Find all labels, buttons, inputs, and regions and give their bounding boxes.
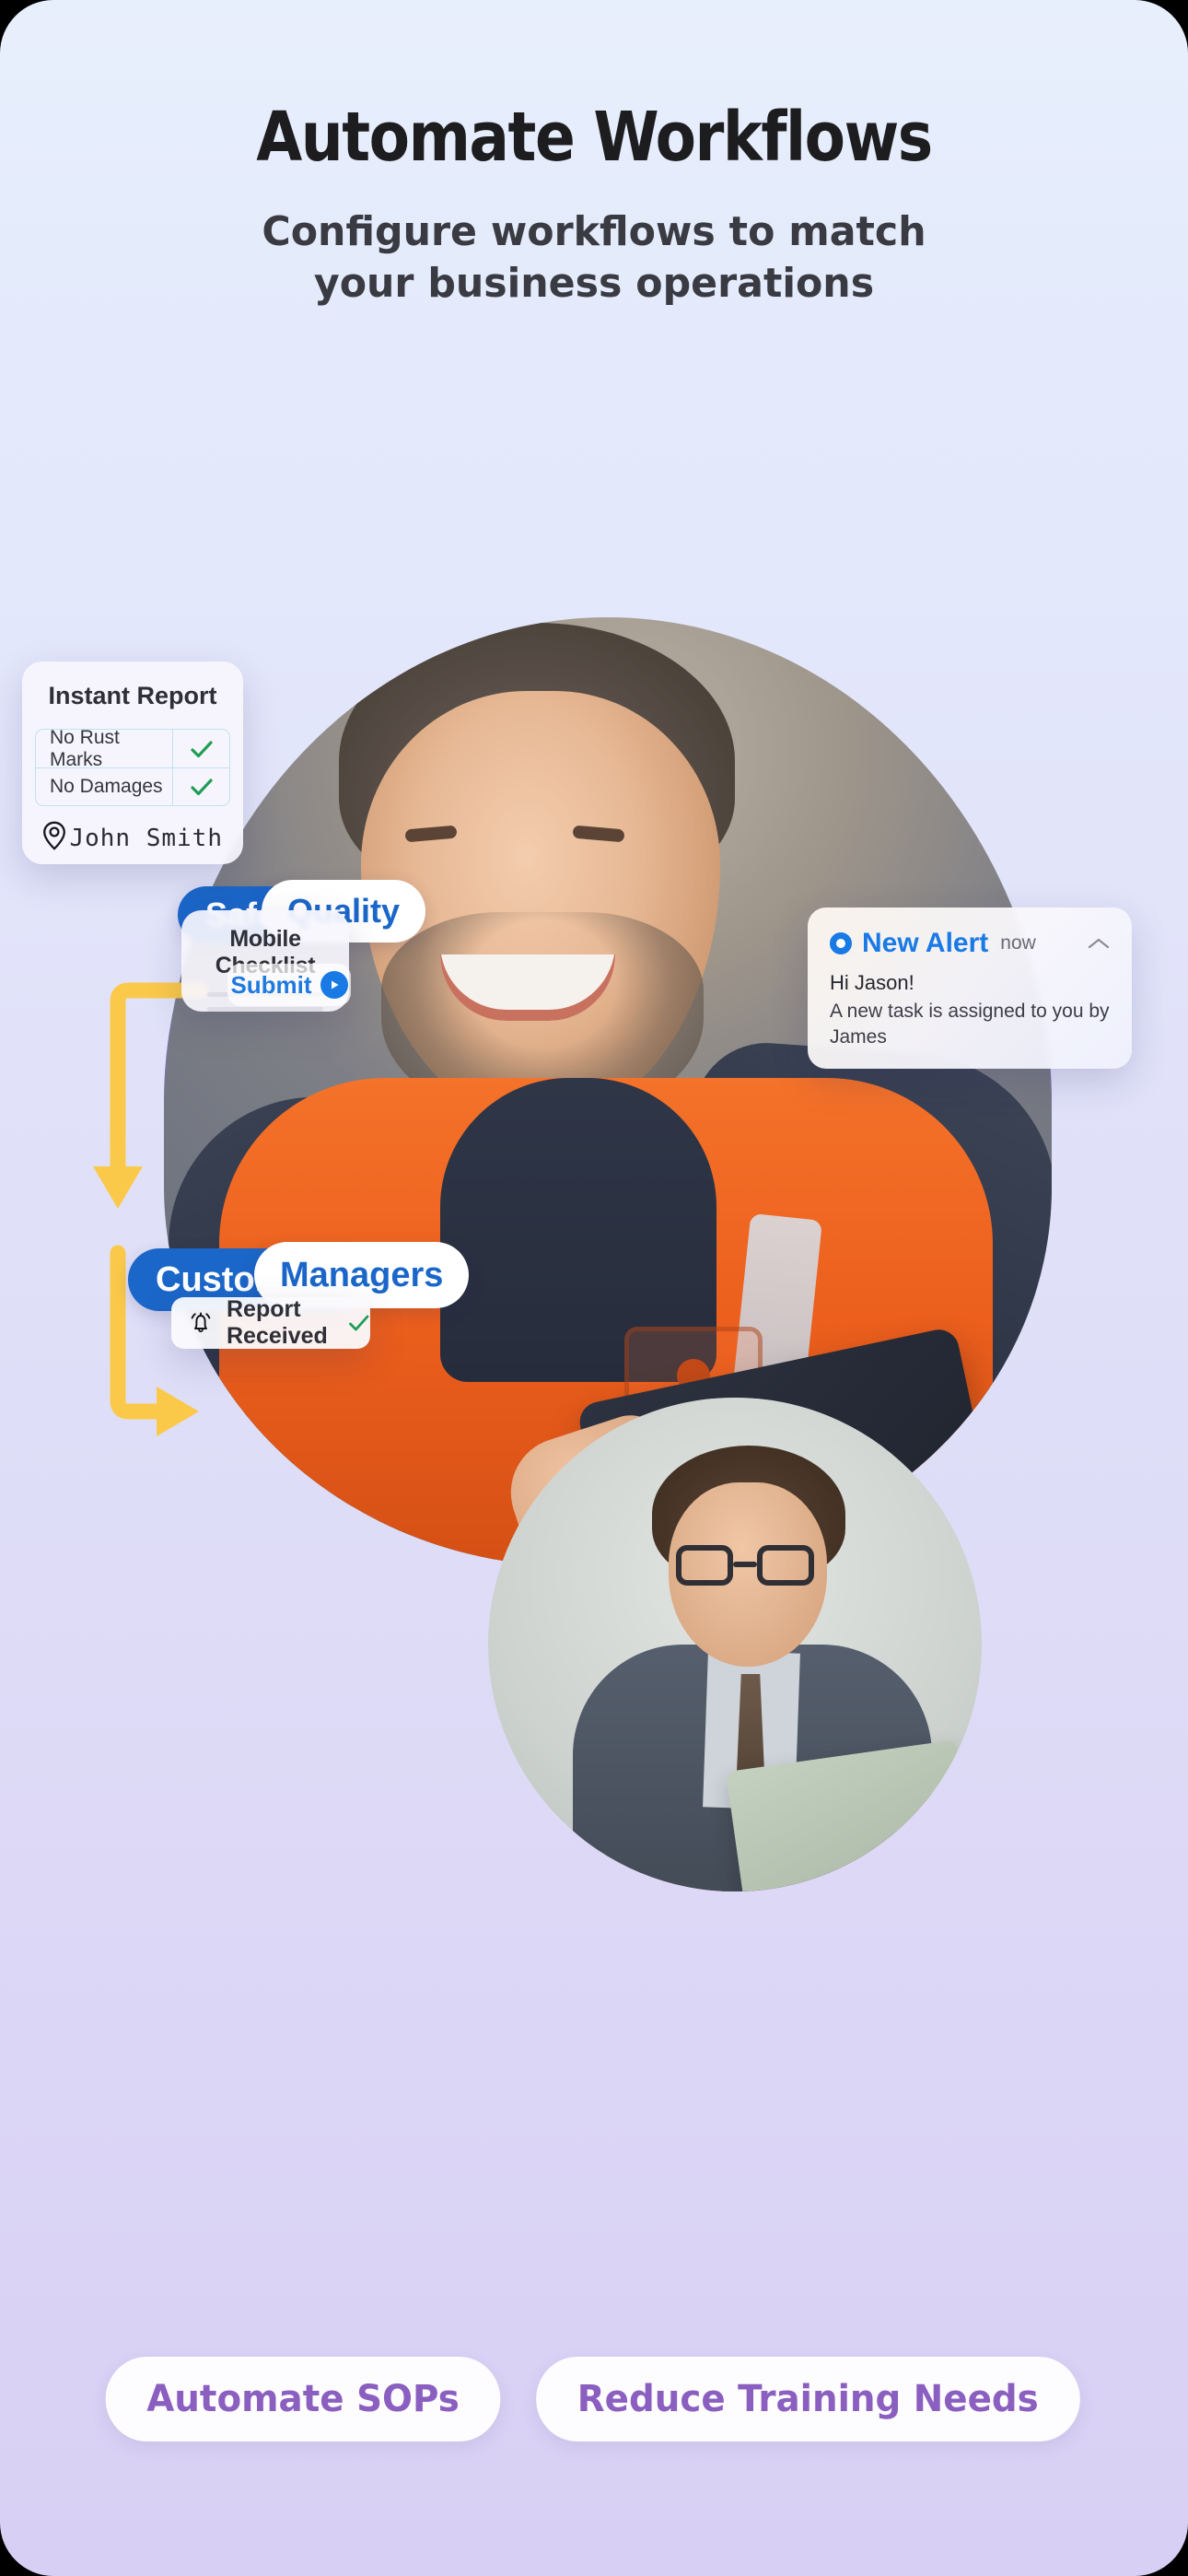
- map-pin-icon: [42, 821, 66, 855]
- page-subtitle-line-2: your business operations: [313, 260, 875, 308]
- submit-button-label: Submit: [230, 970, 312, 999]
- cta-automate-sops[interactable]: Automate SOPs: [105, 2357, 501, 2441]
- report-received-card[interactable]: Report Received: [171, 1296, 370, 1349]
- record-dot-icon: [830, 932, 852, 954]
- check-icon: [348, 1314, 370, 1332]
- alert-header: New Alert now: [808, 907, 1132, 959]
- inspection-table: No Rust Marks No Damages: [35, 729, 230, 806]
- checklist-placeholder-line: [207, 1007, 323, 1012]
- hero-header: Automate Workflows Configure workflows t…: [0, 0, 1188, 310]
- chevron-up-icon[interactable]: [1088, 933, 1110, 954]
- table-row: No Damages: [36, 767, 229, 805]
- alert-greeting: Hi Jason!: [830, 971, 914, 994]
- table-row: No Rust Marks: [36, 730, 229, 770]
- cta-row: Automate SOPs Reduce Training Needs: [0, 2357, 1188, 2441]
- report-received-label: Report Received: [227, 1296, 328, 1349]
- page-subtitle: Configure workflows to match your busine…: [17, 206, 1170, 310]
- bell-ringing-icon: [186, 1308, 215, 1338]
- signature-text: John Smith: [69, 824, 223, 852]
- manager-photo: [488, 1398, 982, 1891]
- table-cell-label: No Damages: [50, 776, 163, 797]
- alert-title: New Alert: [862, 928, 989, 958]
- submit-button[interactable]: Submit: [227, 964, 351, 1006]
- new-alert-notification[interactable]: New Alert now Hi Jason! A new task is as…: [808, 907, 1132, 1069]
- mobile-checklist-card[interactable]: Mobile Checklist Submit: [181, 910, 351, 1012]
- instant-report-title: Instant Report: [48, 682, 217, 709]
- instant-report-card[interactable]: Instant Report No Rust Marks No Damages: [22, 662, 243, 864]
- alert-message: A new task is assigned to you by James: [830, 1001, 1110, 1048]
- app-screen: Automate Workflows Configure workflows t…: [0, 0, 1188, 2576]
- table-cell-label: No Rust Marks: [50, 729, 120, 770]
- instant-report-footer: John Smith: [22, 806, 243, 855]
- check-icon: [172, 768, 229, 805]
- alert-timestamp: now: [1000, 932, 1036, 954]
- cta-reduce-training-needs[interactable]: Reduce Training Needs: [536, 2357, 1080, 2441]
- play-circle-icon: [320, 971, 348, 999]
- hero-stage: Safety Quality Mobile Checklist Submit I…: [0, 617, 1188, 2073]
- check-icon: [172, 730, 229, 767]
- page-title: Automate Workflows: [256, 98, 933, 177]
- page-subtitle-line-1: Configure workflows to match: [262, 208, 926, 255]
